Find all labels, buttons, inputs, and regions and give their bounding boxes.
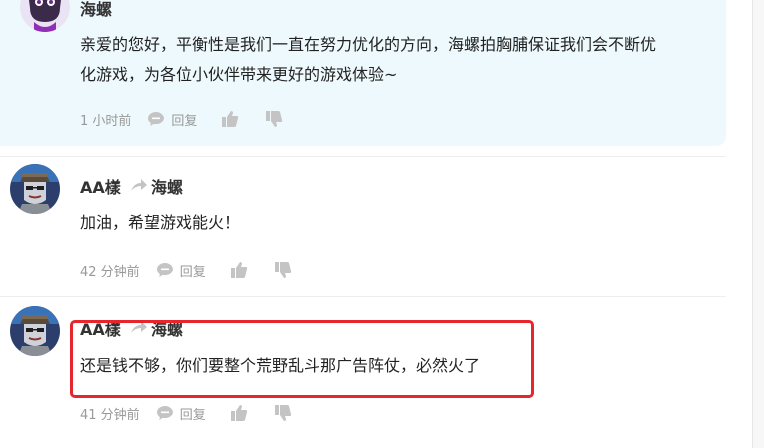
reply-label: 回复: [171, 113, 198, 129]
comment-text-line: 亲爱的您好，平衡性是我们一直在努力优化的方向，海螺拍胸脯保证我们会不断优: [80, 35, 657, 54]
reply-target[interactable]: 海螺: [151, 174, 183, 198]
thumbs-up-icon: [230, 262, 247, 278]
comment-time: 42 分钟前: [80, 264, 140, 280]
like-button[interactable]: [230, 261, 248, 279]
chat-bubble-icon: [148, 112, 165, 126]
comment-divider: [0, 156, 726, 157]
user-avatar-icon[interactable]: [10, 164, 60, 214]
comment-meta: 41 分钟前 回复: [80, 402, 318, 424]
thumbs-down-icon: [274, 405, 291, 421]
reply-label: 回复: [179, 264, 206, 280]
comment-divider: [0, 296, 726, 297]
highlight-box: [70, 320, 534, 398]
like-button[interactable]: [221, 110, 239, 128]
comment-time: 1 小时前: [80, 113, 132, 129]
comment-meta: 42 分钟前 回复: [80, 259, 318, 281]
comment-meta: 1 小时前 回复: [80, 108, 309, 130]
dislike-button[interactable]: [265, 110, 283, 128]
dislike-button[interactable]: [274, 261, 292, 279]
comment-text-line: 化游戏，为各位小伙伴带来更好的游戏体验~: [80, 65, 398, 84]
reply-arrow-icon: [131, 179, 147, 191]
comment-text-line: 加油，希望游戏能火！: [80, 213, 241, 232]
user-avatar-icon[interactable]: [10, 306, 60, 356]
scrollbar[interactable]: [752, 0, 764, 448]
comment-author[interactable]: AA樣: [80, 174, 121, 198]
like-button[interactable]: [230, 404, 248, 422]
dislike-button[interactable]: [274, 404, 292, 422]
chat-bubble-icon: [156, 406, 173, 420]
thumbs-up-icon: [222, 111, 239, 127]
chat-bubble-icon: [156, 263, 173, 277]
thumbs-down-icon: [266, 111, 283, 127]
reply-button[interactable]: 回复: [156, 404, 206, 423]
thumbs-up-icon: [230, 405, 247, 421]
reply-label: 回复: [179, 407, 206, 423]
reply-button[interactable]: 回复: [156, 261, 206, 280]
comment-author[interactable]: 海螺: [80, 0, 112, 20]
thumbs-down-icon: [274, 262, 291, 278]
comment-time: 41 分钟前: [80, 407, 140, 423]
reply-button[interactable]: 回复: [147, 110, 197, 129]
